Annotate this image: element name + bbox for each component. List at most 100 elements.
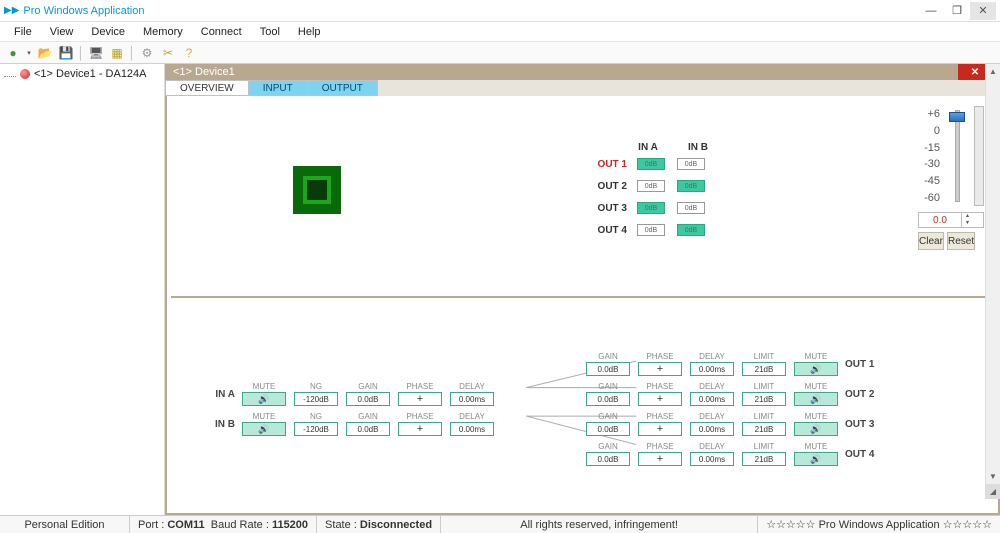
in-a-label: IN A	[203, 389, 235, 400]
in-b-delay[interactable]: 0.00ms	[450, 422, 494, 436]
out3-limit[interactable]: 21dB	[742, 422, 786, 436]
out4-phase[interactable]: +	[638, 452, 682, 466]
in-a-delay[interactable]: 0.00ms	[450, 392, 494, 406]
out4-gain[interactable]: 0.0dB	[586, 452, 630, 466]
routing-matrix: IN A IN B OUT 1 0dB 0dB OUT 2 0dB 0dB	[587, 142, 713, 241]
out1-limit[interactable]: 21dB	[742, 362, 786, 376]
out3-gain[interactable]: 0.0dB	[586, 422, 630, 436]
scroll-corner: ◢	[986, 484, 1000, 499]
menu-device[interactable]: Device	[83, 24, 133, 40]
separator: │	[129, 44, 135, 62]
spin-down[interactable]: ▾	[961, 220, 973, 227]
close-button[interactable]: ✕	[970, 2, 996, 20]
menu-help[interactable]: Help	[290, 24, 329, 40]
menu-file[interactable]: File	[6, 24, 40, 40]
matrix-cell-3a[interactable]: 0dB	[637, 202, 665, 214]
cut-icon[interactable]: ✂	[159, 44, 177, 62]
status-copyright: All rights reserved, infringement!	[441, 516, 758, 533]
in-b-gain[interactable]: 0.0dB	[346, 422, 390, 436]
tree-node-device1[interactable]: <1> Device1 - DA124A	[4, 68, 160, 80]
fader-value-input[interactable]	[919, 215, 961, 226]
matrix-col-b: IN B	[683, 142, 713, 153]
out1-delay[interactable]: 0.00ms	[690, 362, 734, 376]
matrix-row-2: OUT 2	[587, 181, 631, 192]
out4-label: OUT 4	[845, 449, 885, 460]
out3-phase[interactable]: +	[638, 422, 682, 436]
out2-phase[interactable]: +	[638, 392, 682, 406]
matrix-cell-2a[interactable]: 0dB	[637, 180, 665, 192]
menu-tool[interactable]: Tool	[252, 24, 288, 40]
in-b-phase[interactable]: +	[398, 422, 442, 436]
new-icon[interactable]: ●	[4, 44, 22, 62]
out2-limit[interactable]: 21dB	[742, 392, 786, 406]
output-chain-4: GAIN0.0dB PHASE+ DELAY0.00ms LIMIT21dB M…	[585, 442, 885, 466]
matrix-row-3: OUT 3	[587, 203, 631, 214]
fader-thumb[interactable]	[949, 112, 965, 122]
tab-input[interactable]: INPUT	[248, 80, 307, 96]
out2-label: OUT 2	[845, 389, 885, 400]
minimize-button[interactable]: —	[918, 2, 944, 20]
fader-scale: +6 0 -15 -30 -45 -60	[918, 106, 942, 206]
fader-track[interactable]	[942, 106, 972, 206]
menu-memory[interactable]: Memory	[135, 24, 191, 40]
device-icon[interactable]: 🖥	[87, 44, 105, 62]
vertical-scrollbar[interactable]: ▲ ▼ ◢	[985, 64, 1000, 499]
tree-node-label: <1> Device1 - DA124A	[34, 68, 147, 80]
device-header-title: <1> Device1	[173, 66, 235, 78]
matrix-cell-4a[interactable]: 0dB	[637, 224, 665, 236]
out2-gain[interactable]: 0.0dB	[586, 392, 630, 406]
matrix-cell-1a[interactable]: 0dB	[637, 158, 665, 170]
matrix-cell-4b[interactable]: 0dB	[677, 224, 705, 236]
toolbar: ● ▾ 📂 💾 │ 🖥 ▦ │ ⚙ ✂ ?	[0, 42, 1000, 64]
tab-strip: OVERVIEW INPUT OUTPUT	[165, 80, 1000, 96]
save-icon[interactable]: 💾	[57, 44, 75, 62]
dropdown-icon[interactable]: ▾	[25, 44, 33, 62]
out4-delay[interactable]: 0.00ms	[690, 452, 734, 466]
gear-icon[interactable]: ⚙	[138, 44, 156, 62]
scroll-down-icon[interactable]: ▼	[986, 469, 1000, 484]
matrix-row-4: OUT 4	[587, 225, 631, 236]
out3-label: OUT 3	[845, 419, 885, 430]
matrix-cell-3b[interactable]: 0dB	[677, 202, 705, 214]
tab-output[interactable]: OUTPUT	[307, 80, 378, 96]
out3-mute[interactable]	[794, 422, 838, 436]
matrix-cell-1b[interactable]: 0dB	[677, 158, 705, 170]
out1-phase[interactable]: +	[638, 362, 682, 376]
in-b-ng[interactable]: -120dB	[294, 422, 338, 436]
title-bar: ▶▶ Pro Windows Application — ❐ ✕	[0, 0, 1000, 22]
signal-flow: IN A MUTE NG-120dB GAIN0.0dB PHASE+ DELA…	[167, 304, 998, 513]
status-state: State : Disconnected	[317, 516, 441, 533]
help-icon[interactable]: ?	[180, 44, 198, 62]
menu-connect[interactable]: Connect	[193, 24, 250, 40]
maximize-button[interactable]: ❐	[944, 2, 970, 20]
tab-overview[interactable]: OVERVIEW	[165, 80, 248, 96]
spin-up[interactable]: ▴	[961, 213, 973, 220]
level-meter	[974, 106, 984, 206]
out1-gain[interactable]: 0.0dB	[586, 362, 630, 376]
app-icon: ▶▶	[4, 5, 19, 16]
device-image[interactable]	[293, 166, 341, 214]
in-b-mute[interactable]	[242, 422, 286, 436]
out2-mute[interactable]	[794, 392, 838, 406]
in-a-phase[interactable]: +	[398, 392, 442, 406]
out2-delay[interactable]: 0.00ms	[690, 392, 734, 406]
clear-button[interactable]: Clear	[918, 232, 944, 250]
device-header: <1> Device1 ✕	[165, 64, 1000, 80]
out3-delay[interactable]: 0.00ms	[690, 422, 734, 436]
in-a-ng[interactable]: -120dB	[294, 392, 338, 406]
fader-value-box: ▴▾	[918, 212, 984, 228]
out4-mute[interactable]	[794, 452, 838, 466]
out4-limit[interactable]: 21dB	[742, 452, 786, 466]
out1-label: OUT 1	[845, 359, 885, 370]
scroll-up-icon[interactable]: ▲	[986, 64, 1000, 79]
matrix-cell-2b[interactable]: 0dB	[677, 180, 705, 192]
in-a-gain[interactable]: 0.0dB	[346, 392, 390, 406]
input-chain-b: IN B MUTE NG-120dB GAIN0.0dB PHASE+ DELA…	[203, 412, 495, 436]
reset-button[interactable]: Reset	[947, 232, 975, 250]
in-a-mute[interactable]	[242, 392, 286, 406]
out1-mute[interactable]	[794, 362, 838, 376]
menu-view[interactable]: View	[42, 24, 82, 40]
in-b-label: IN B	[203, 419, 235, 430]
open-icon[interactable]: 📂	[36, 44, 54, 62]
grid-icon[interactable]: ▦	[108, 44, 126, 62]
